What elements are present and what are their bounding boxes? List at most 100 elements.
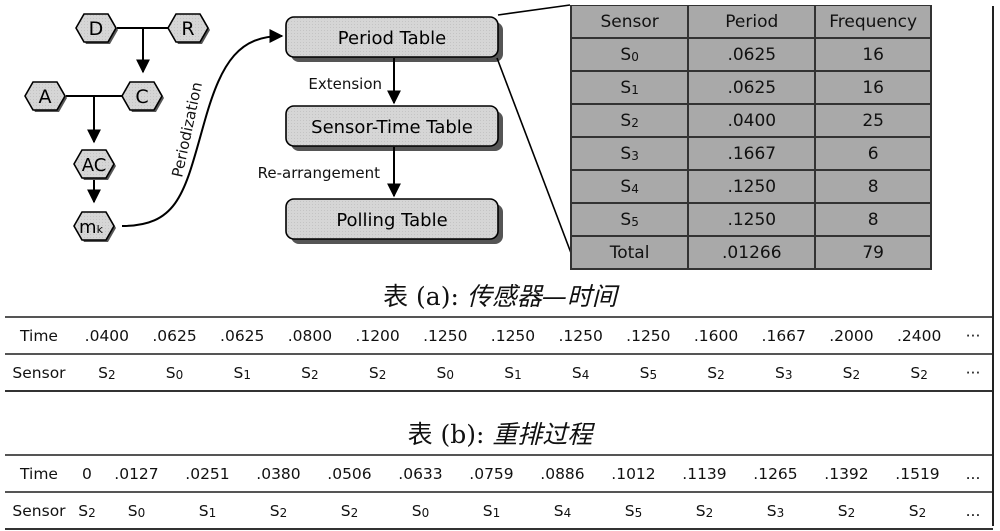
period-table-row: S2.0400 25 [569, 103, 932, 138]
time-cell: .0506 [313, 454, 385, 493]
sensor-header: Sensor [5, 354, 73, 392]
sensor-cell: S2 [73, 492, 101, 530]
extension-label: Extension [308, 75, 382, 93]
time-cell: .1519 [881, 454, 953, 493]
caption-a-label: 表 (a): [383, 282, 459, 311]
period-cell: .0400 [687, 103, 817, 138]
sensor-cell: S0 [140, 354, 209, 392]
period-table-row: S4.1250 8 [569, 169, 932, 204]
svg-text:Polling Table: Polling Table [336, 210, 447, 231]
total-frequency: 79 [814, 235, 932, 270]
node-d: D [75, 13, 118, 44]
sensor-cell: S5 [597, 492, 669, 530]
sensor-cell: S4 [569, 169, 690, 204]
header-period: Period [687, 5, 817, 39]
time-cell: .1012 [597, 454, 669, 493]
sensor-cell: S1 [208, 354, 277, 392]
time-cell: .2400 [885, 316, 953, 355]
svg-text:Sensor-Time Table: Sensor-Time Table [311, 117, 473, 138]
header-sensor: Sensor [569, 5, 690, 39]
time-cell: .0251 [171, 454, 243, 493]
frequency-cell: 6 [814, 136, 932, 171]
sensor-cell: S2 [73, 354, 141, 392]
svg-text:C: C [135, 86, 148, 108]
node-ac: AC [73, 149, 116, 180]
sensor-cell: S2 [343, 354, 412, 392]
ellipsis: ··· [953, 316, 993, 355]
periodization-arrow [121, 29, 284, 227]
sensor-cell: S0 [384, 492, 456, 530]
ellipsis: ... [953, 454, 993, 493]
sensor-cell: S2 [885, 354, 953, 392]
ellipsis: ... [953, 492, 993, 530]
time-cell: .1250 [479, 316, 547, 355]
time-cell: .0759 [455, 454, 527, 493]
frequency-cell: 16 [814, 70, 932, 105]
time-cell: .1250 [546, 316, 615, 355]
zoom-line-bottom [496, 57, 572, 254]
rearrangement-label: Re-arrangement [258, 164, 380, 182]
caption-a: 表 (a): 传感器—时间 [0, 277, 1000, 313]
sensor-cell: S1 [479, 354, 547, 392]
sensor-time-table-a: Time .0400.0625.0625.0800.1200.1250.1250… [5, 316, 993, 392]
time-cell: .0886 [526, 454, 598, 493]
period-table: Sensor Period Frequency S0.0625 16 S1.0625… [569, 5, 932, 270]
period-table-row: S5.1250 8 [569, 202, 932, 237]
time-cell: .0625 [208, 316, 277, 355]
time-header: Time [5, 316, 73, 355]
caption-b-text: 重排过程 [492, 420, 593, 449]
sensor-row: Sensor S2 S0 S1 S2 S2 S0 S1 S4 S5 S2 S3 S2 S2... [5, 492, 993, 530]
sensor-cell: S1 [455, 492, 527, 530]
sensor-cell: S0 [569, 37, 690, 72]
total-label: Total [569, 235, 690, 270]
sensor-cell: S1 [171, 492, 243, 530]
sensor-time-table-b: Time 0.0127.0251.0380.0506.0633.0759.088… [5, 454, 993, 530]
sensor-cell: S2 [276, 354, 344, 392]
sensor-cell: S5 [614, 354, 683, 392]
time-cell: .1667 [749, 316, 818, 355]
frequency-cell: 16 [814, 37, 932, 72]
period-table-row: S1.0625 16 [569, 70, 932, 105]
zoom-line-top [497, 4, 571, 16]
caption-a-text: 传感器—时间 [466, 282, 617, 311]
period-cell: .1250 [687, 202, 817, 237]
svg-text:D: D [89, 18, 104, 40]
time-cell: .1250 [411, 316, 480, 355]
sensor-cell: S2 [817, 354, 886, 392]
node-c: C [121, 81, 164, 112]
sensor-header: Sensor [5, 492, 73, 530]
time-cell: .1600 [682, 316, 750, 355]
time-cell: .0400 [73, 316, 141, 355]
node-r: R [167, 13, 210, 44]
sensor-cell: S2 [569, 103, 690, 138]
period-table-total-row: Total .01266 79 [569, 235, 932, 270]
svg-text:R: R [181, 18, 194, 40]
sensor-cell: S2 [313, 492, 385, 530]
svg-text:A: A [39, 86, 52, 108]
sensor-cell: S5 [569, 202, 690, 237]
period-table-box: Period Table [285, 16, 503, 62]
sensor-cell: S4 [546, 354, 615, 392]
time-cell: .1250 [614, 316, 683, 355]
sensor-cell: S2 [810, 492, 882, 530]
caption-b-label: 表 (b): [407, 420, 485, 449]
time-cell: .1392 [810, 454, 882, 493]
time-cell: .0800 [276, 316, 344, 355]
sensor-cell: S3 [569, 136, 690, 171]
total-period: .01266 [687, 235, 817, 270]
sensor-cell: S2 [881, 492, 953, 530]
time-row: Time .0400.0625.0625.0800.1200.1250.1250… [5, 316, 993, 355]
sensor-cell: S0 [100, 492, 172, 530]
time-cell: 0 [73, 454, 101, 493]
period-table-row: S0.0625 16 [569, 37, 932, 72]
sensor-cell: S2 [668, 492, 740, 530]
period-cell: .1250 [687, 169, 817, 204]
sensor-cell: S2 [682, 354, 750, 392]
period-table-header: Sensor Period Frequency [569, 5, 932, 39]
periodization-label: Periodization [168, 80, 206, 178]
frequency-cell: 8 [814, 169, 932, 204]
sensor-cell: S2 [242, 492, 314, 530]
frequency-cell: 25 [814, 103, 932, 138]
polling-table-box: Polling Table [285, 198, 503, 244]
time-cell: .0625 [140, 316, 209, 355]
